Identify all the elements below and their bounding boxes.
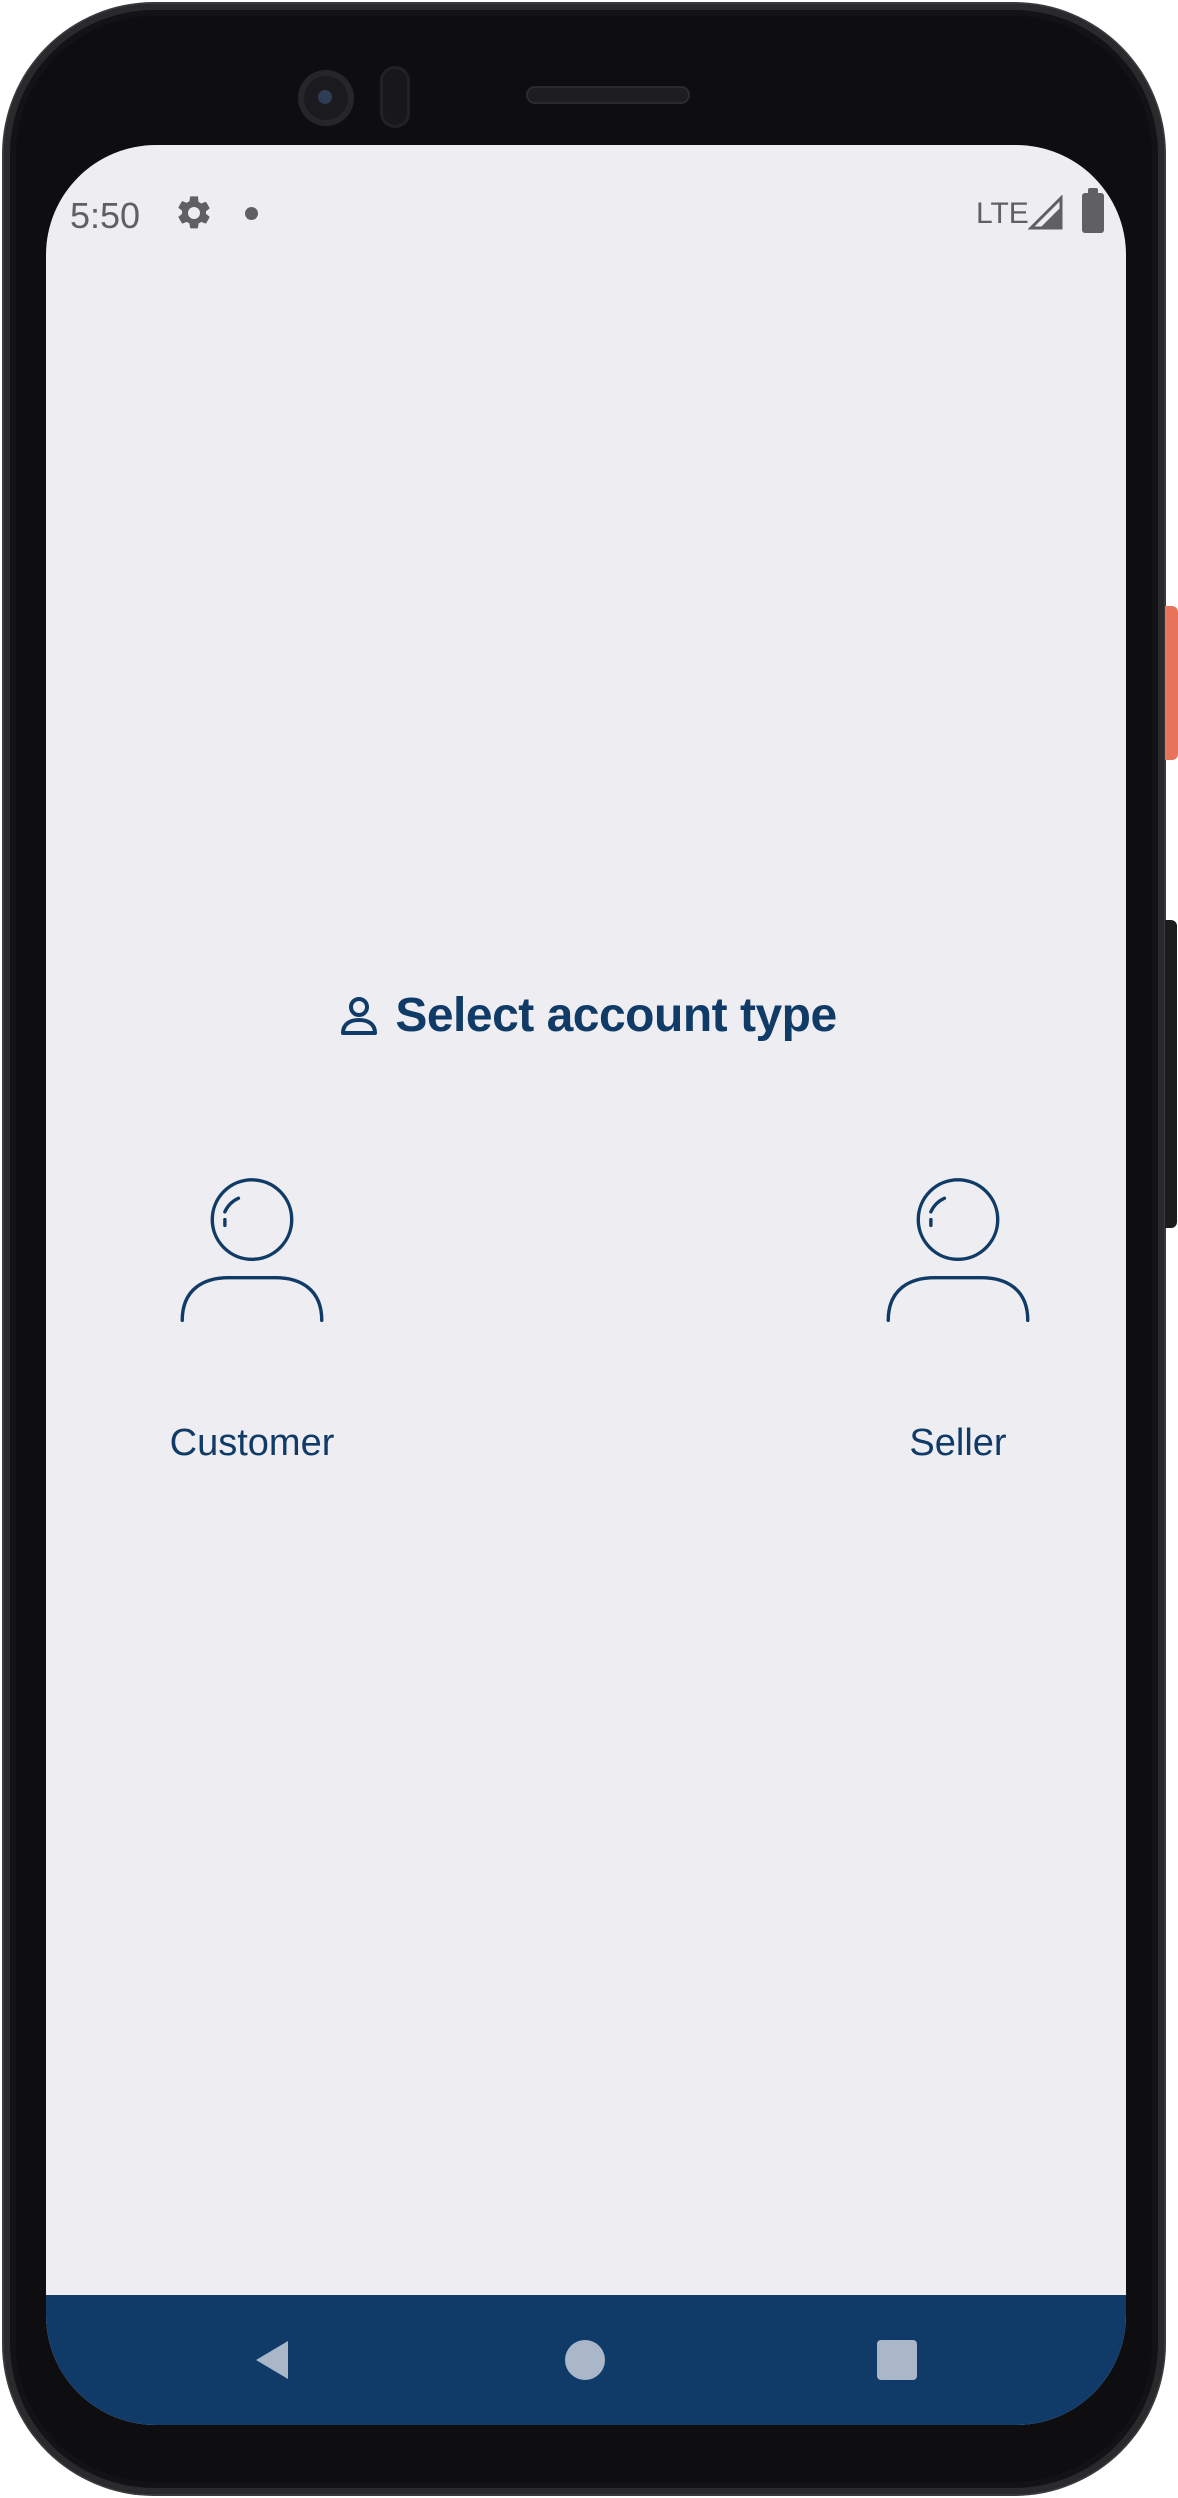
earpiece-speaker (526, 86, 690, 104)
seller-label: Seller (909, 1422, 1007, 1464)
phone-device: 5:50 LTE Select account type Customer Se… (0, 0, 1178, 2498)
user-avatar-icon (886, 1178, 1030, 1323)
signal-icon (1028, 195, 1063, 230)
seller-option[interactable]: Seller (838, 1175, 1078, 1465)
proximity-sensor (380, 66, 410, 128)
volume-button (1165, 920, 1177, 1228)
home-icon[interactable] (560, 2335, 610, 2385)
battery-icon (1082, 188, 1104, 233)
screen: 5:50 LTE Select account type Customer Se… (46, 145, 1126, 2425)
status-time: 5:50 (70, 195, 141, 236)
notification-dot-icon (245, 207, 258, 220)
page-title-row: Select account type (46, 975, 1126, 1055)
recents-icon[interactable] (872, 2335, 922, 2385)
back-icon[interactable] (248, 2335, 298, 2385)
power-button (1165, 606, 1178, 760)
status-bar: 5:50 LTE (46, 145, 1126, 280)
front-camera (298, 70, 354, 126)
user-avatar-icon (180, 1178, 324, 1323)
page-title: Select account type (395, 988, 837, 1042)
customer-option[interactable]: Customer (132, 1175, 372, 1465)
person-icon (341, 997, 378, 1035)
gear-icon (178, 196, 210, 229)
network-type: LTE (976, 197, 1029, 230)
navigation-bar (46, 2295, 1126, 2425)
customer-label: Customer (169, 1422, 335, 1464)
